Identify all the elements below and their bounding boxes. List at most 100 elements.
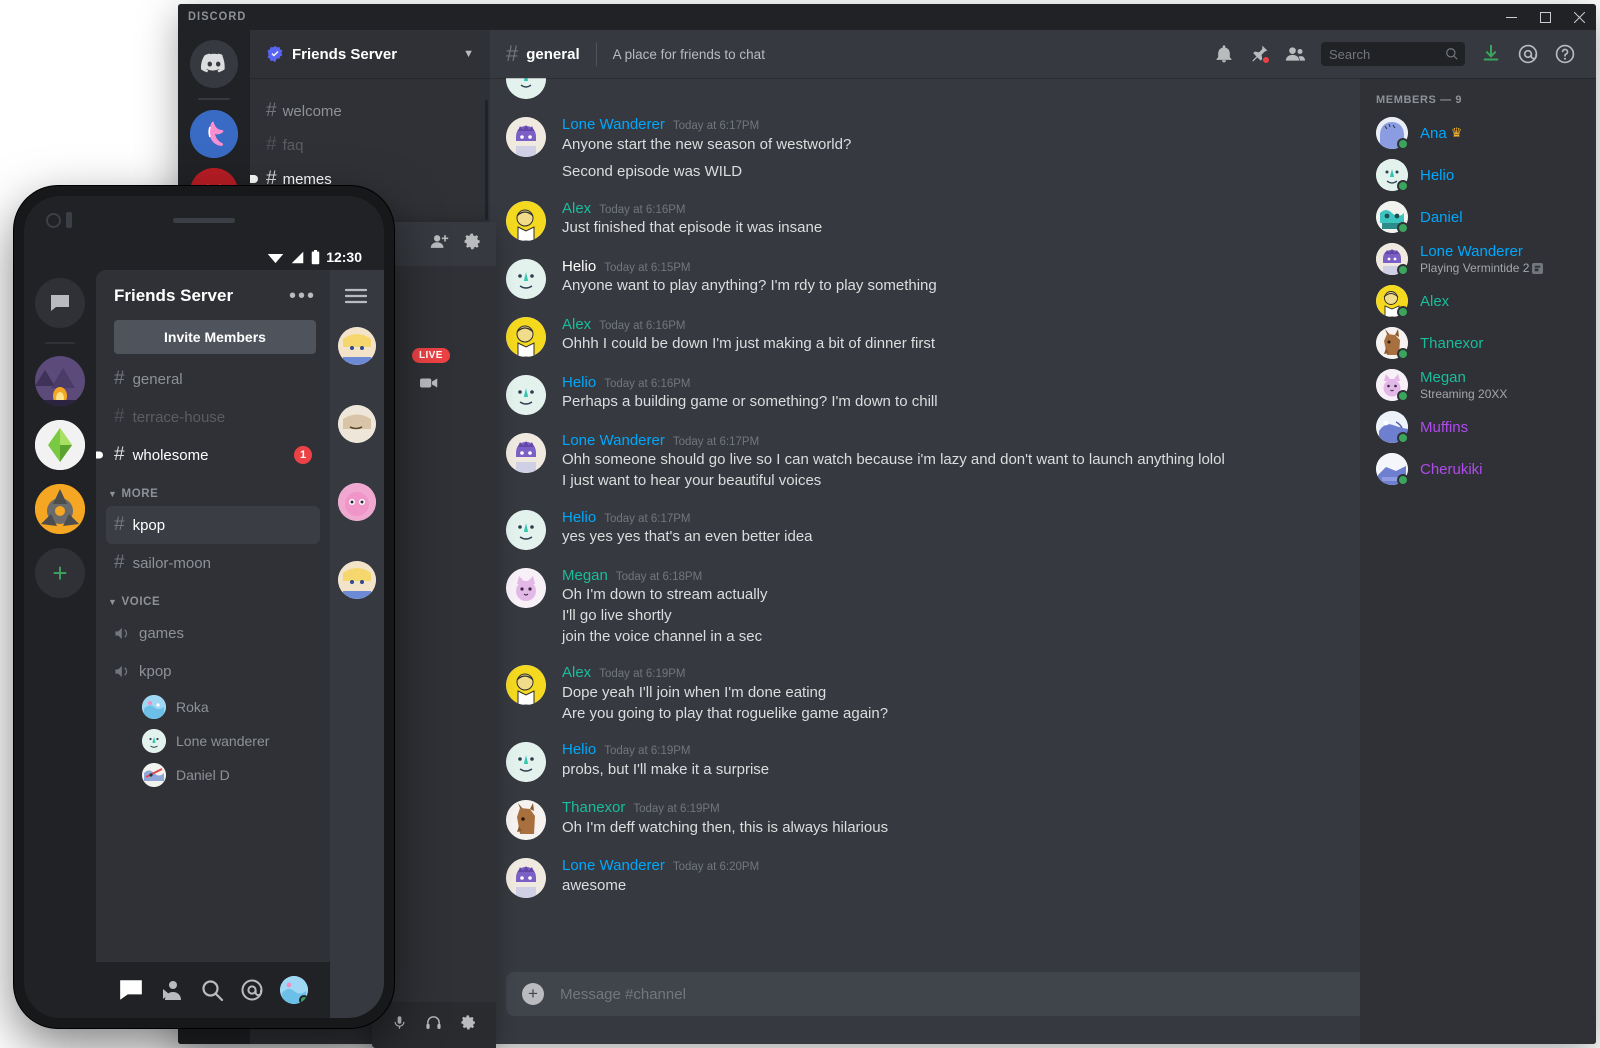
phone-channel-general[interactable]: # general bbox=[106, 360, 320, 398]
message-author[interactable]: Alex bbox=[562, 199, 591, 219]
members-icon[interactable] bbox=[1284, 44, 1306, 64]
discord-wordmark: DISCORD bbox=[188, 10, 247, 24]
channel-item-welcome[interactable]: # welcome bbox=[258, 94, 482, 128]
search-input[interactable]: Search bbox=[1321, 42, 1465, 66]
servers-icon[interactable] bbox=[118, 979, 144, 1001]
server-header[interactable]: Friends Server ▼ bbox=[250, 30, 490, 78]
gear-icon[interactable] bbox=[463, 232, 482, 256]
inbox-icon[interactable] bbox=[1480, 43, 1502, 65]
chat-area: # general A place for friends to chat Se… bbox=[490, 30, 1596, 1044]
avatar[interactable] bbox=[338, 327, 376, 365]
message-input[interactable]: + Message #channel GIF bbox=[506, 972, 1496, 1016]
add-attachment-icon[interactable]: + bbox=[522, 983, 544, 1005]
category-voice[interactable]: ▼ VOICE bbox=[96, 582, 330, 614]
avatar[interactable] bbox=[506, 78, 546, 99]
member-row-lone-wanderer[interactable]: Lone Wanderer Playing Vermintide 2 bbox=[1368, 238, 1588, 280]
pin-icon[interactable] bbox=[1249, 44, 1270, 64]
help-icon[interactable] bbox=[1554, 43, 1576, 65]
server-icon-bunny[interactable] bbox=[190, 110, 238, 158]
add-server-button[interactable]: + bbox=[35, 548, 85, 598]
server-icon-scp[interactable] bbox=[35, 484, 85, 534]
phone-voice-games[interactable]: games bbox=[106, 614, 320, 652]
phone-voice-kpop[interactable]: kpop bbox=[106, 652, 320, 690]
phone-channel-wholesome[interactable]: # wholesome 1 bbox=[96, 436, 320, 474]
phone-bottom-nav bbox=[96, 962, 330, 1018]
avatar[interactable] bbox=[338, 561, 376, 599]
hamburger-icon[interactable] bbox=[330, 270, 384, 309]
server-icon-sims[interactable] bbox=[35, 420, 85, 470]
avatar[interactable] bbox=[506, 258, 546, 299]
message-author[interactable]: Lone Wanderer bbox=[562, 856, 665, 876]
message-author[interactable]: Megan bbox=[562, 566, 608, 586]
phone-channel-kpop[interactable]: # kpop bbox=[106, 506, 320, 544]
maximize-icon[interactable] bbox=[1528, 4, 1562, 30]
voice-participant-daniel-d[interactable]: Daniel D bbox=[96, 758, 330, 792]
phone-channel-terrace-house[interactable]: # terrace-house bbox=[106, 398, 320, 436]
avatar[interactable] bbox=[338, 405, 376, 443]
message-list[interactable]: I'm craving a burrito Lone Wanderer Toda… bbox=[490, 78, 1512, 972]
member-row-alex[interactable]: Alex bbox=[1368, 280, 1588, 322]
camera-icon[interactable] bbox=[420, 376, 438, 394]
headphones-icon[interactable] bbox=[425, 1014, 442, 1036]
message-author[interactable]: Lone Wanderer bbox=[562, 431, 665, 451]
phone-server-header[interactable]: Friends Server ••• bbox=[96, 270, 330, 316]
gear-icon[interactable] bbox=[460, 1014, 477, 1036]
search-icon[interactable] bbox=[200, 978, 224, 1002]
avatar[interactable] bbox=[506, 374, 546, 415]
message-author[interactable]: Helio bbox=[562, 257, 596, 277]
avatar[interactable] bbox=[506, 200, 546, 241]
avatar[interactable] bbox=[506, 742, 546, 783]
avatar[interactable] bbox=[506, 316, 546, 357]
avatar[interactable] bbox=[506, 567, 546, 608]
sidebar-scrollbar[interactable] bbox=[485, 100, 488, 220]
avatar[interactable] bbox=[506, 117, 546, 157]
mentions-icon[interactable] bbox=[240, 978, 264, 1002]
avatar[interactable] bbox=[506, 432, 546, 473]
home-button[interactable] bbox=[190, 40, 238, 88]
voice-participant-lone-wanderer[interactable]: Lone wanderer bbox=[96, 724, 330, 758]
friends-icon[interactable] bbox=[160, 979, 184, 1001]
category-more[interactable]: ▼ MORE bbox=[96, 474, 330, 506]
avatar[interactable] bbox=[506, 858, 546, 899]
message-author[interactable]: Helio bbox=[562, 740, 596, 760]
status-online bbox=[299, 995, 308, 1004]
member-row-muffins[interactable]: Muffins bbox=[1368, 406, 1588, 448]
avatar[interactable] bbox=[338, 483, 376, 521]
hash-icon: # bbox=[266, 134, 277, 155]
close-icon[interactable] bbox=[1562, 4, 1596, 30]
avatar[interactable] bbox=[506, 665, 546, 706]
member-list[interactable]: MEMBERS — 9 Ana ♛ Helio Daniel Lone Wand… bbox=[1360, 78, 1596, 1044]
message-author[interactable]: Helio bbox=[562, 373, 596, 393]
channel-item-faq[interactable]: # faq bbox=[258, 128, 482, 162]
invite-members-button[interactable]: Invite Members bbox=[114, 320, 316, 354]
profile-avatar[interactable] bbox=[280, 976, 308, 1004]
mention-icon[interactable] bbox=[1517, 43, 1539, 65]
direct-messages-button[interactable] bbox=[35, 278, 85, 328]
mic-icon[interactable] bbox=[392, 1014, 407, 1036]
message-author[interactable]: Thanexor bbox=[562, 798, 625, 818]
voice-participant-roka[interactable]: Roka bbox=[96, 690, 330, 724]
avatar bbox=[1376, 411, 1409, 444]
message-row: Lone Wanderer Today at 6:17PM Ohh someon… bbox=[490, 430, 1502, 493]
chevron-down-icon[interactable]: ▼ bbox=[463, 48, 474, 60]
bell-icon[interactable] bbox=[1214, 44, 1234, 64]
member-row-thanexor[interactable]: Thanexor bbox=[1368, 322, 1588, 364]
member-row-ana[interactable]: Ana ♛ bbox=[1368, 112, 1588, 154]
avatar[interactable] bbox=[506, 509, 546, 550]
avatar[interactable] bbox=[506, 800, 546, 841]
minimize-icon[interactable] bbox=[1494, 4, 1528, 30]
message-author[interactable]: Alex bbox=[562, 315, 591, 335]
server-icon-campfire[interactable] bbox=[35, 356, 85, 406]
message-author[interactable]: Helio bbox=[562, 508, 596, 528]
message-author[interactable]: Lone Wanderer bbox=[562, 115, 665, 135]
member-row-helio[interactable]: Helio bbox=[1368, 154, 1588, 196]
phone-channel-sailor-moon[interactable]: # sailor-moon bbox=[106, 544, 320, 582]
message-author[interactable]: Alex bbox=[562, 663, 591, 683]
add-member-icon[interactable] bbox=[430, 232, 449, 256]
member-row-megan[interactable]: Megan Streaming 20XX bbox=[1368, 364, 1588, 406]
member-row-daniel[interactable]: Daniel bbox=[1368, 196, 1588, 238]
overflow-menu-icon[interactable]: ••• bbox=[289, 286, 316, 306]
channel-name: wholesome bbox=[132, 446, 209, 464]
channel-name: welcome bbox=[282, 102, 342, 120]
member-row-cherukiki[interactable]: Cherukiki bbox=[1368, 448, 1588, 490]
